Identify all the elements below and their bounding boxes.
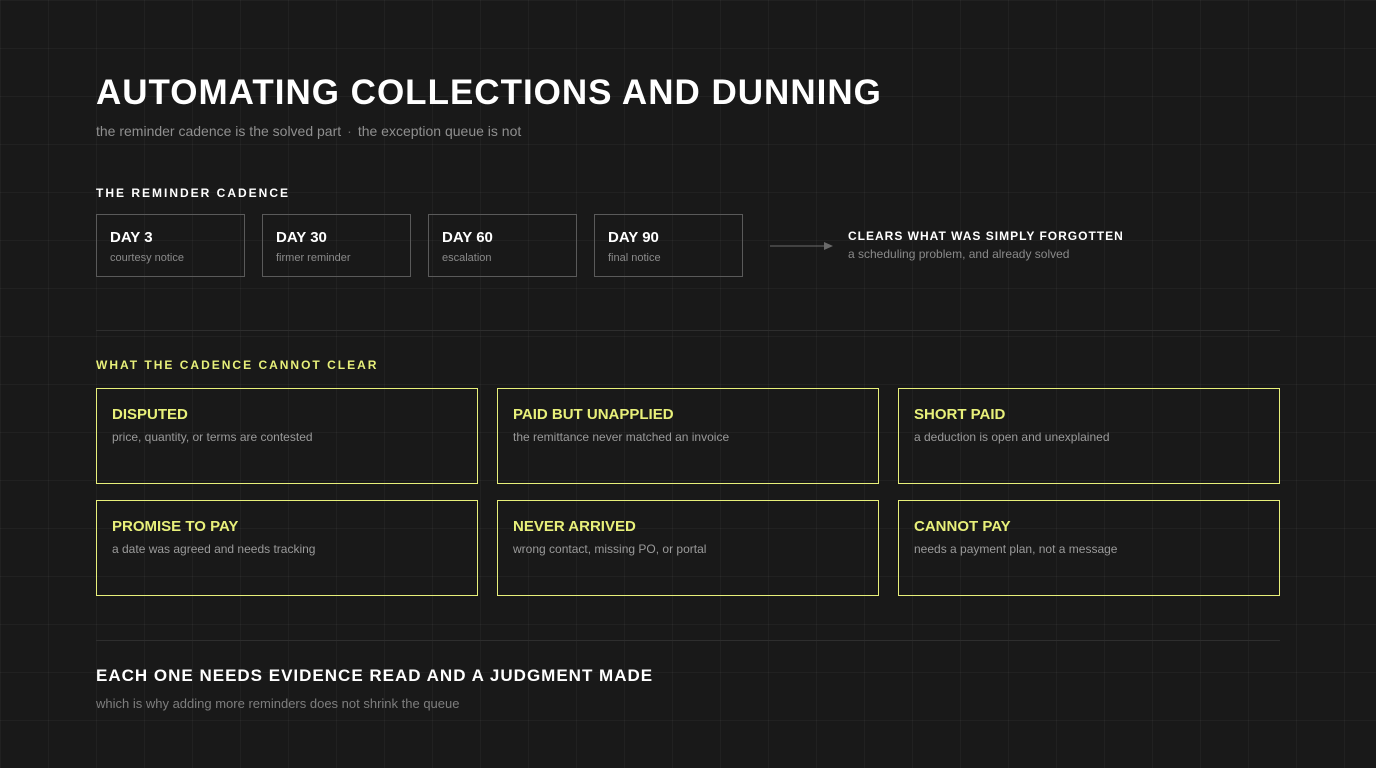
cadence-step-title: DAY 3 bbox=[110, 229, 153, 246]
exception-desc: a deduction is open and unexplained bbox=[914, 430, 1110, 444]
subtitle-left: the reminder cadence is the solved part bbox=[96, 123, 342, 139]
arrow-right-icon bbox=[770, 242, 833, 250]
cadence-step-day-3: DAY 3 courtesy notice bbox=[96, 214, 245, 277]
cadence-step-day-30: DAY 30 firmer reminder bbox=[262, 214, 411, 277]
exception-grid: DISPUTED price, quantity, or terms are c… bbox=[96, 388, 1280, 596]
exception-card-paid-but-unapplied: PAID BUT UNAPPLIED the remittance never … bbox=[497, 388, 879, 484]
exceptions-section-label: WHAT THE CADENCE CANNOT CLEAR bbox=[96, 358, 379, 372]
exception-title: PROMISE TO PAY bbox=[112, 518, 239, 535]
exception-title: CANNOT PAY bbox=[914, 518, 1011, 535]
cadence-section-label: THE REMINDER CADENCE bbox=[96, 186, 291, 200]
cadence-timeline: DAY 3 courtesy notice DAY 30 firmer remi… bbox=[96, 214, 743, 277]
exception-desc: a date was agreed and needs tracking bbox=[112, 542, 316, 556]
cadence-step-title: DAY 60 bbox=[442, 229, 493, 246]
exception-card-promise-to-pay: PROMISE TO PAY a date was agreed and nee… bbox=[96, 500, 478, 596]
exception-card-disputed: DISPUTED price, quantity, or terms are c… bbox=[96, 388, 478, 484]
subtitle-separator: · bbox=[347, 123, 352, 139]
cadence-step-title: DAY 90 bbox=[608, 229, 659, 246]
exception-title: SHORT PAID bbox=[914, 406, 1006, 423]
cadence-step-day-60: DAY 60 escalation bbox=[428, 214, 577, 277]
cadence-step-title: DAY 30 bbox=[276, 229, 327, 246]
exception-desc: wrong contact, missing PO, or portal bbox=[513, 542, 707, 556]
cadence-result-title: CLEARS WHAT WAS SIMPLY FORGOTTEN bbox=[848, 229, 1124, 243]
exception-desc: the remittance never matched an invoice bbox=[513, 430, 730, 444]
section-divider bbox=[96, 640, 1280, 641]
exception-desc: price, quantity, or terms are contested bbox=[112, 430, 313, 444]
exception-card-short-paid: SHORT PAID a deduction is open and unexp… bbox=[898, 388, 1280, 484]
cadence-step-desc: escalation bbox=[442, 252, 492, 264]
cadence-step-desc: final notice bbox=[608, 252, 661, 264]
section-divider bbox=[96, 330, 1280, 331]
cadence-step-day-90: DAY 90 final notice bbox=[594, 214, 743, 277]
page-subtitle: the reminder cadence is the solved part ·… bbox=[96, 123, 521, 139]
exception-title: PAID BUT UNAPPLIED bbox=[513, 406, 674, 423]
conclusion-desc: which is why adding more reminders does … bbox=[96, 696, 460, 711]
exception-card-cannot-pay: CANNOT PAY needs a payment plan, not a m… bbox=[898, 500, 1280, 596]
cadence-result-desc: a scheduling problem, and already solved bbox=[848, 247, 1070, 261]
exception-title: NEVER ARRIVED bbox=[513, 518, 636, 535]
exception-title: DISPUTED bbox=[112, 406, 188, 423]
exception-desc: needs a payment plan, not a message bbox=[914, 542, 1118, 556]
subtitle-right: the exception queue is not bbox=[357, 123, 522, 139]
exception-card-never-arrived: NEVER ARRIVED wrong contact, missing PO,… bbox=[497, 500, 879, 596]
cadence-step-desc: firmer reminder bbox=[276, 252, 351, 264]
cadence-step-desc: courtesy notice bbox=[110, 252, 184, 264]
cadence-result: CLEARS WHAT WAS SIMPLY FORGOTTEN a sched… bbox=[848, 229, 1124, 261]
page-title: AUTOMATING COLLECTIONS AND DUNNING bbox=[96, 73, 882, 112]
conclusion-title: EACH ONE NEEDS EVIDENCE READ AND A JUDGM… bbox=[96, 666, 654, 685]
